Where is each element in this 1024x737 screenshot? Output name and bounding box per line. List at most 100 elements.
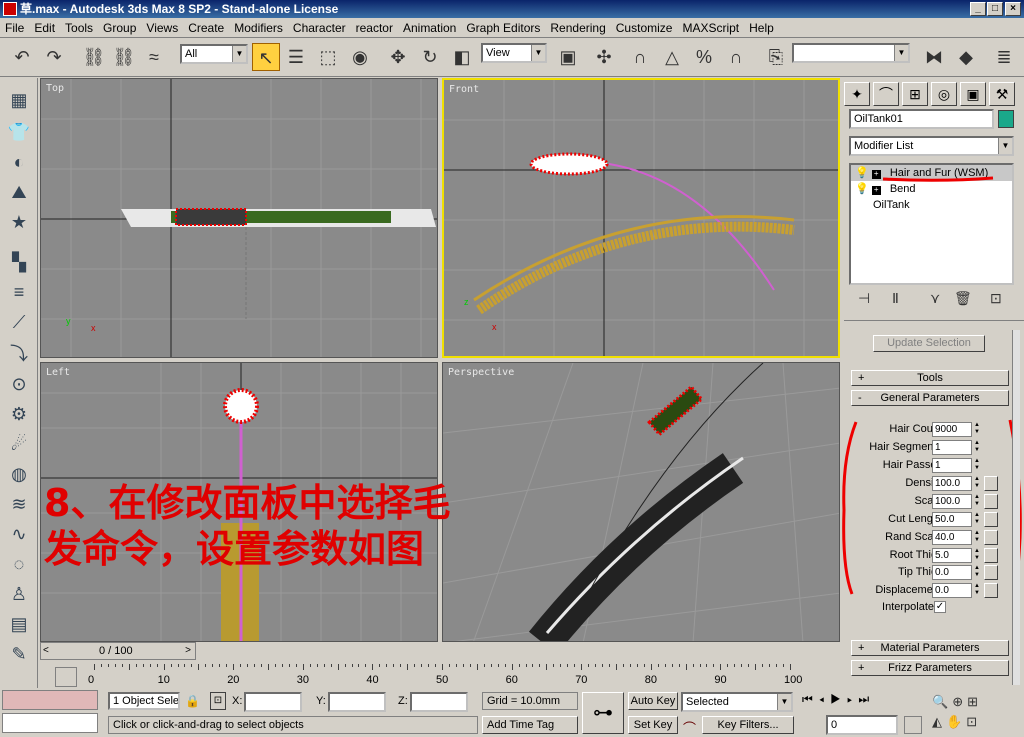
menu-character[interactable]: Character <box>288 18 351 35</box>
rollout-general-parameters[interactable]: - General Parameters <box>851 390 1009 406</box>
set-key-icon[interactable]: ⊶ <box>582 692 624 734</box>
configure-sets-icon[interactable]: ⊡ <box>990 290 1002 307</box>
wave-icon[interactable]: ∿ <box>5 520 33 548</box>
menu-maxscript[interactable]: MAXScript <box>677 18 744 35</box>
menu-customize[interactable]: Customize <box>611 18 678 35</box>
angle-snap-icon[interactable]: △ <box>658 43 686 71</box>
menu-animation[interactable]: Animation <box>398 18 461 35</box>
prev-frame-icon[interactable]: ◂ <box>819 692 830 706</box>
stack-icon[interactable]: ≡ <box>5 278 33 306</box>
layer-manager-icon[interactable]: ≣ <box>990 43 1018 71</box>
show-end-result-icon[interactable]: Ⅱ <box>892 290 899 307</box>
interpolate-checkbox[interactable]: ✓ <box>934 601 946 613</box>
maximize-viewport-icon[interactable]: ⊡ <box>966 714 981 729</box>
spinner-snap-icon[interactable]: ∩ <box>722 43 750 71</box>
key-mode-dropdown[interactable]: Selected ▼ <box>681 692 793 712</box>
viewport-front[interactable]: Front zx <box>442 78 840 358</box>
menu-modifiers[interactable]: Modifiers <box>229 18 288 35</box>
pan-icon[interactable]: ✋ <box>946 714 966 729</box>
percent-snap-icon[interactable]: % <box>690 43 718 71</box>
object-color-swatch[interactable] <box>998 110 1014 128</box>
object-name-field[interactable]: OilTank01 <box>849 109 994 129</box>
maxscript-output[interactable] <box>2 713 98 733</box>
menu-tools[interactable]: Tools <box>60 18 98 35</box>
z-coordinate-field[interactable] <box>410 692 468 712</box>
close-button[interactable]: × <box>1005 2 1021 16</box>
menu-file[interactable]: File <box>0 18 29 35</box>
menu-edit[interactable]: Edit <box>29 18 60 35</box>
motion-tab-icon[interactable]: ◎ <box>931 82 957 106</box>
select-by-name-icon[interactable]: ☰ <box>282 43 310 71</box>
shirt-icon[interactable]: 👕 <box>5 118 33 146</box>
expand-icon[interactable]: + <box>871 170 881 179</box>
hierarchy-tab-icon[interactable]: ⊞ <box>902 82 928 106</box>
slider-right-icon[interactable]: > <box>185 645 191 656</box>
rollout-material-parameters[interactable]: + Material Parameters <box>851 640 1009 656</box>
cylinder-icon[interactable]: ⊙ <box>5 370 33 398</box>
y-coordinate-field[interactable] <box>328 692 386 712</box>
key-tangent-icon[interactable]: ⌒ <box>683 718 696 737</box>
modifier-list-dropdown[interactable]: Modifier List ▼ <box>849 136 1014 156</box>
modify-tab-icon[interactable]: ⌒ <box>873 82 899 106</box>
lightbulb-icon[interactable]: 💡 <box>855 183 869 195</box>
bind-space-warp-icon[interactable]: ≈ <box>140 43 168 71</box>
checker-icon[interactable]: ▚ <box>5 248 33 276</box>
add-time-tag-button[interactable]: Add Time Tag <box>482 716 578 734</box>
time-config-icon[interactable] <box>904 716 922 734</box>
terrain-icon[interactable]: ⛰ <box>5 178 33 206</box>
slider-left-icon[interactable]: < <box>43 645 49 656</box>
edit-named-selection-icon[interactable]: ⎘ <box>762 43 790 71</box>
snap-toggle-icon[interactable]: ∩ <box>626 43 654 71</box>
menu-group[interactable]: Group <box>98 18 141 35</box>
scale-icon[interactable]: ◧ <box>448 43 476 71</box>
viewport-top[interactable]: Top yx <box>40 78 438 358</box>
mirror-icon[interactable]: ⧓ <box>920 43 948 71</box>
move-icon[interactable]: ✥ <box>384 43 412 71</box>
remove-modifier-icon[interactable]: 🗑 <box>954 290 972 307</box>
align-icon[interactable]: ◆ <box>952 43 980 71</box>
rect-selection-icon[interactable]: ⬚ <box>314 43 342 71</box>
absolute-mode-icon[interactable]: ⊡ <box>210 692 226 710</box>
panel-icon[interactable]: ▤ <box>5 610 33 638</box>
manipulate-icon[interactable]: ✣ <box>590 43 618 71</box>
lightbulb-icon[interactable]: 💡 <box>855 167 869 179</box>
display-tab-icon[interactable]: ▣ <box>960 82 986 106</box>
time-slider[interactable]: < 0 / 100 > <box>40 642 196 660</box>
reference-coord-dropdown[interactable]: View ▼ <box>481 43 547 63</box>
zoom-icon[interactable]: 🔍 <box>932 694 952 709</box>
gear-icon[interactable]: ⚙ <box>5 400 33 428</box>
expand-icon[interactable]: + <box>871 186 881 195</box>
unlink-icon[interactable]: ⛓ <box>110 43 138 71</box>
key-filters-button[interactable]: Key Filters... <box>702 716 794 734</box>
current-frame-field[interactable]: 0 <box>826 715 898 735</box>
select-object-icon[interactable]: ↖ <box>252 43 280 71</box>
stack-item-bend[interactable]: 💡 + Bend <box>851 181 1012 197</box>
play-icon[interactable]: ▶ <box>830 692 847 706</box>
viewport-perspective[interactable]: Perspective <box>442 362 840 642</box>
field-of-view-icon[interactable]: ◭ <box>932 714 946 729</box>
bend-icon[interactable]: ⤵ <box>5 340 33 368</box>
biped-icon[interactable]: ♙ <box>5 580 33 608</box>
menu-create[interactable]: Create <box>183 18 229 35</box>
zoom-extents-icon[interactable]: ⊞ <box>967 694 982 709</box>
create-tab-icon[interactable]: ✦ <box>844 82 870 106</box>
update-selection-button[interactable]: Update Selection <box>873 335 985 352</box>
redo-icon[interactable]: ↷ <box>40 43 68 71</box>
minimize-button[interactable]: _ <box>970 2 986 16</box>
zoom-all-icon[interactable]: ⊕ <box>952 694 967 709</box>
menu-views[interactable]: Views <box>141 18 183 35</box>
panel-scrollbar[interactable] <box>1012 330 1020 685</box>
named-selection-dropdown[interactable]: ▼ <box>792 43 910 63</box>
modifier-stack[interactable]: 💡 + Hair and Fur (WSM) 💡 + Bend OilTank <box>849 163 1014 285</box>
create-box-icon[interactable]: ▦ <box>5 86 33 114</box>
mini-curve-editor-icon[interactable] <box>55 667 77 687</box>
go-to-end-icon[interactable]: ⏭ <box>858 692 875 706</box>
star-icon[interactable]: ★ <box>5 208 33 236</box>
pivot-center-icon[interactable]: ▣ <box>554 43 582 71</box>
utilities-tab-icon[interactable]: ⚒ <box>989 82 1015 106</box>
link-icon[interactable]: ⛓ <box>80 43 108 71</box>
go-to-start-icon[interactable]: ⏮ <box>802 692 819 706</box>
selection-filter-dropdown[interactable]: All ▼ <box>180 44 248 64</box>
wind-icon[interactable]: ≋ <box>5 490 33 518</box>
next-frame-icon[interactable]: ▸ <box>847 692 858 706</box>
